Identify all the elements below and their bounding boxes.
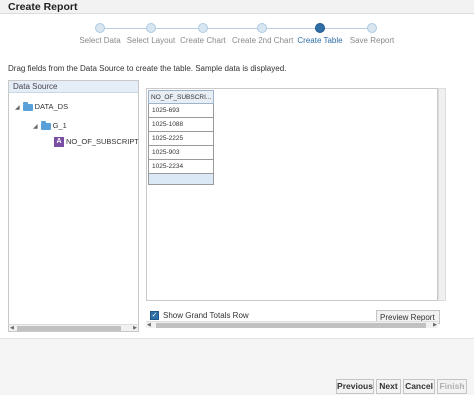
step-label: Create Chart — [180, 36, 226, 45]
folder-icon — [22, 101, 33, 111]
scrollbar-thumb[interactable] — [156, 323, 426, 328]
table-horizontal-scrollbar[interactable]: ◀ ▶ — [146, 321, 438, 328]
step-dot[interactable] — [257, 23, 267, 33]
step-label: Save Report — [349, 36, 395, 45]
next-button[interactable]: Next — [376, 379, 401, 394]
step-select-layout[interactable]: Select Layout — [121, 23, 181, 45]
step-dot[interactable] — [198, 23, 208, 33]
step-label: Select Layout — [126, 36, 176, 45]
tree-node-data-ds[interactable]: ◢ DATA_DS — [15, 101, 69, 111]
scroll-right-icon[interactable]: ▶ — [433, 322, 437, 328]
grand-totals-label: Show Grand Totals Row — [163, 311, 249, 320]
table-drop-area[interactable]: NO_OF_SUBSCRI... 1025-693 1025-1088 1025… — [146, 88, 438, 301]
step-create-chart[interactable]: Create Chart — [173, 23, 233, 45]
folder-icon — [40, 120, 51, 130]
grand-total-cell — [147, 173, 215, 185]
cancel-button[interactable]: Cancel — [403, 379, 435, 394]
vertical-scrollbar[interactable] — [438, 88, 446, 301]
tree-node-g1[interactable]: ◢ G_1 — [33, 120, 67, 130]
step-dot[interactable] — [95, 23, 105, 33]
collapse-triangle-icon[interactable]: ◢ — [33, 124, 38, 130]
step-create-table[interactable]: Create Table — [290, 23, 350, 45]
dialog-title: Create Report — [8, 1, 78, 13]
step-label: Create Table — [297, 36, 343, 45]
step-label: Create 2nd Chart — [232, 36, 294, 45]
previous-button[interactable]: Previous — [336, 379, 374, 394]
step-dot-current[interactable] — [315, 23, 325, 33]
finish-button[interactable]: Finish — [437, 379, 467, 394]
horizontal-scrollbar[interactable]: ◀ ▶ — [9, 324, 138, 331]
table-cell: 1025-693 — [147, 103, 215, 118]
scroll-right-icon[interactable]: ▶ — [133, 325, 137, 331]
dialog-title-bar: Create Report — [0, 0, 474, 14]
scroll-left-icon[interactable]: ◀ — [147, 322, 151, 328]
step-dot[interactable] — [367, 23, 377, 33]
column-header[interactable]: NO_OF_SUBSCRI... — [147, 90, 215, 104]
data-source-panel: Data Source ◢ DATA_DS ◢ G_1 A NO_OF_SUBSCRI… — [8, 80, 139, 332]
wizard-train: Select Data Select Layout Create Chart C… — [0, 17, 474, 47]
scrollbar-thumb[interactable] — [17, 326, 121, 331]
scroll-left-icon[interactable]: ◀ — [10, 325, 14, 331]
data-source-header: Data Source — [9, 81, 138, 93]
grand-totals-option[interactable]: ✓ Show Grand Totals Row — [150, 311, 249, 321]
attribute-icon: A — [54, 137, 64, 148]
table-cell: 1025-2225 — [147, 131, 215, 146]
table-cell: 1025-1088 — [147, 117, 215, 132]
tree-node-field[interactable]: A NO_OF_SUBSCRIPTIO — [54, 137, 139, 148]
tree-label: DATA_DS — [34, 102, 69, 111]
table-cell: 1025-2234 — [147, 159, 215, 174]
step-create-2nd-chart[interactable]: Create 2nd Chart — [232, 23, 294, 45]
step-dot[interactable] — [146, 23, 156, 33]
instruction-text: Drag fields from the Data Source to crea… — [8, 64, 287, 73]
tree-label: G_1 — [52, 121, 67, 130]
step-save-report[interactable]: Save Report — [342, 23, 402, 45]
grand-totals-checkbox[interactable]: ✓ — [150, 311, 159, 321]
collapse-triangle-icon[interactable]: ◢ — [15, 105, 20, 111]
tree-label: NO_OF_SUBSCRIPTIO — [66, 137, 139, 146]
table-preview: NO_OF_SUBSCRI... 1025-693 1025-1088 1025… — [147, 90, 215, 185]
table-cell: 1025-903 — [147, 145, 215, 160]
